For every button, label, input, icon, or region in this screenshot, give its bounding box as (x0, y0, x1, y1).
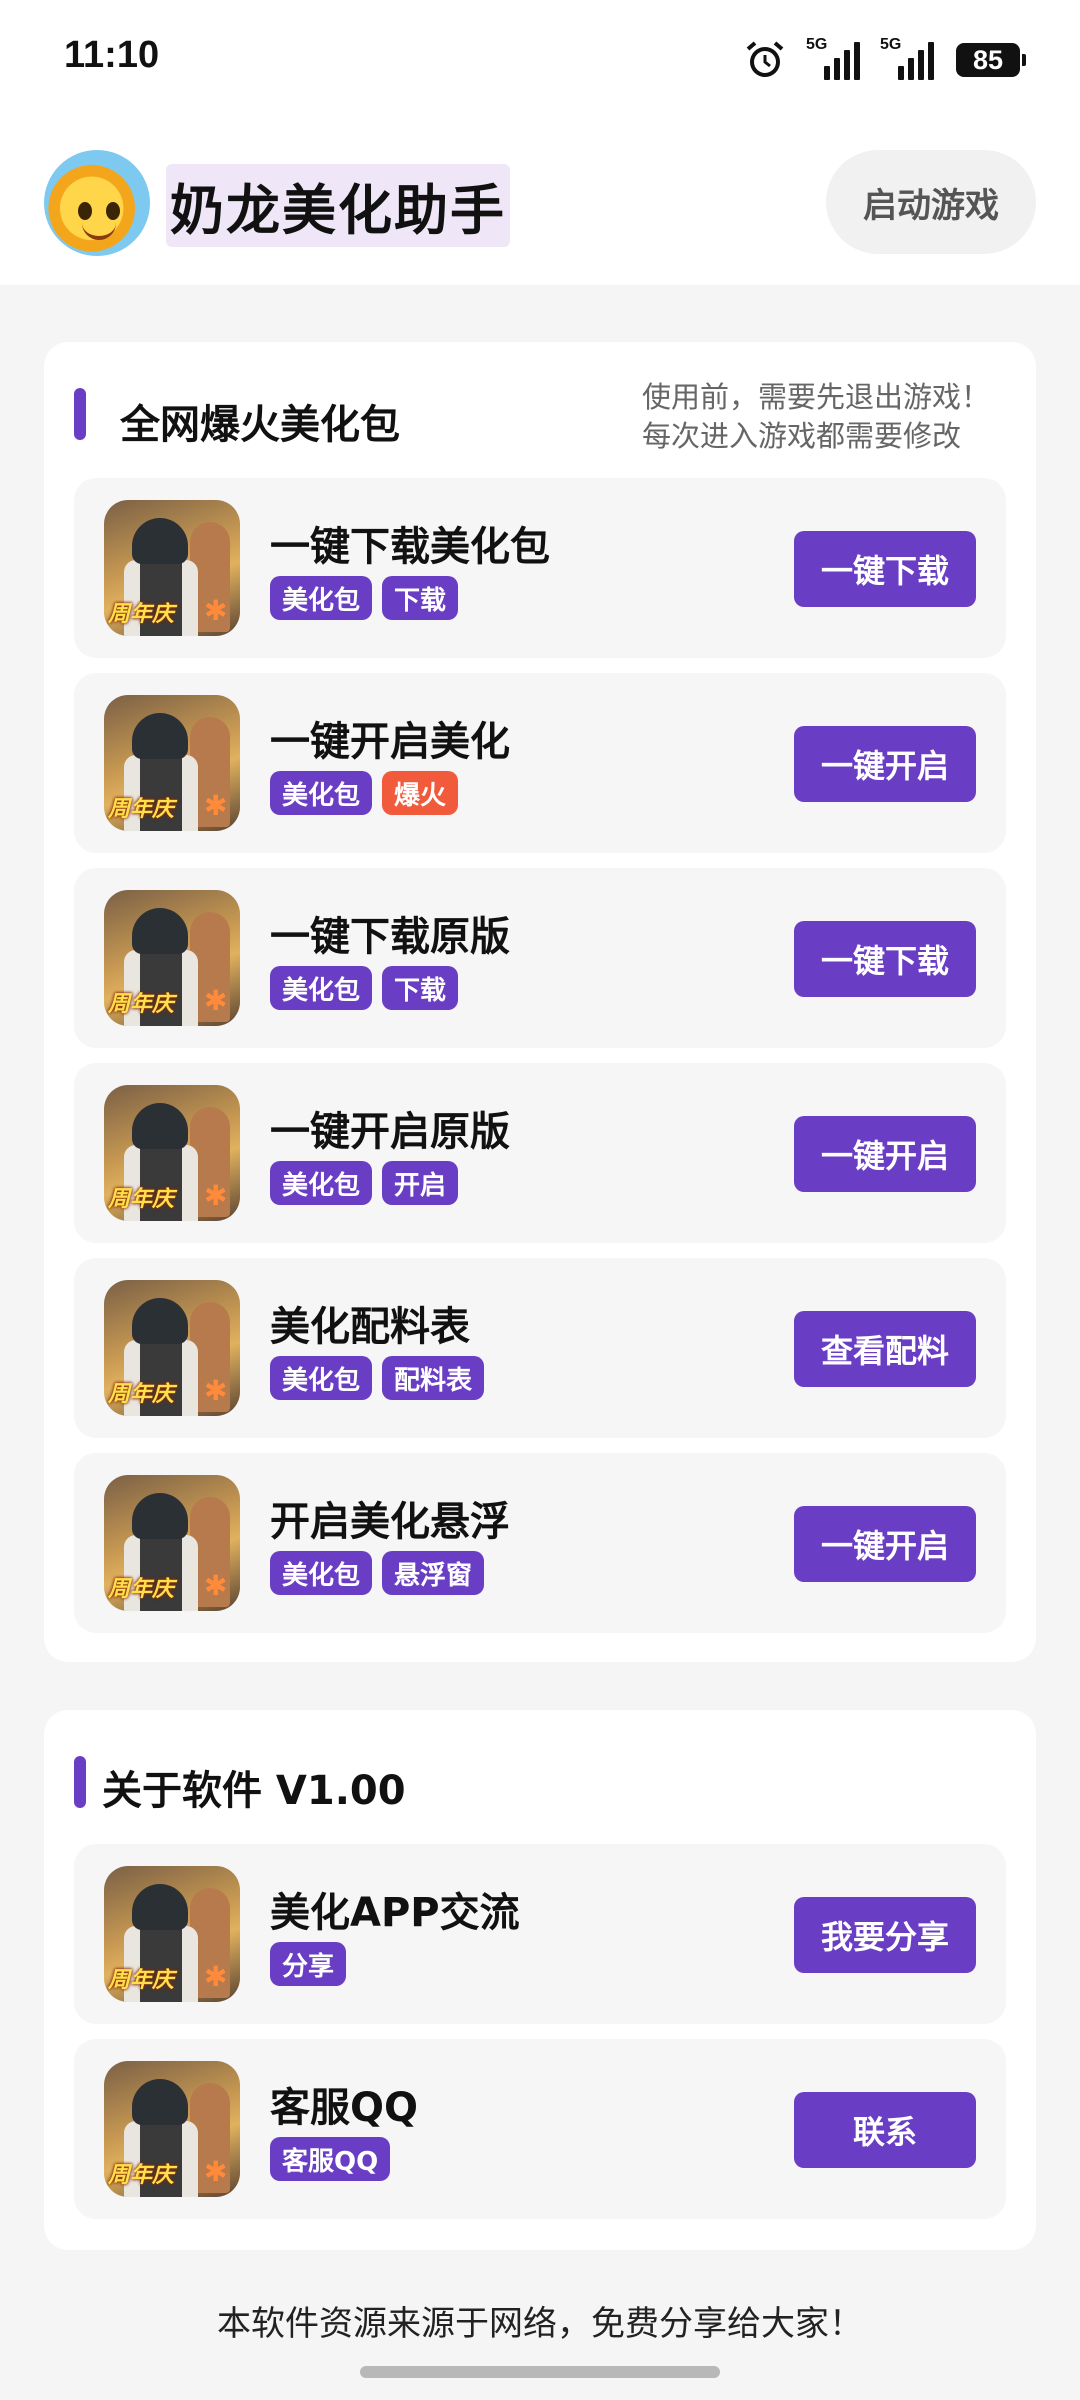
tag: 美化包 (270, 966, 373, 1010)
star-icon: ✱ (204, 984, 228, 1017)
section-accent-bar (74, 1756, 86, 1808)
item-title: 一键下载美化包 (270, 524, 550, 570)
item-title: 一键开启美化 (270, 719, 510, 765)
star-icon: ✱ (204, 594, 228, 627)
section-title: 全网爆火美化包 (120, 402, 400, 448)
item-title: 美化配料表 (270, 1304, 470, 1350)
alarm-icon (746, 41, 784, 77)
item-title: 一键开启原版 (270, 1109, 510, 1155)
tag: 开启 (382, 1161, 459, 1205)
game-thumbnail: 周年庆 ✱ (104, 500, 240, 636)
tag: 美化包 (270, 771, 373, 815)
tag: 悬浮窗 (382, 1551, 485, 1595)
usage-note: 使用前，需要先退出游戏！ 每次进入游戏都需要修改 (642, 378, 990, 456)
beautify-pack-section: 全网爆火美化包 使用前，需要先退出游戏！ 每次进入游戏都需要修改 周年庆 ✱ 一键… (44, 342, 1036, 1662)
home-indicator[interactable] (360, 2366, 720, 2378)
item-title: 客服QQ (270, 2085, 419, 2131)
anniversary-badge: 周年庆 (108, 1187, 175, 1212)
item-title: 开启美化悬浮 (270, 1499, 510, 1545)
enable-float-button[interactable]: 一键开启 (794, 1506, 976, 1582)
app-avatar (44, 150, 150, 256)
star-icon: ✱ (204, 789, 228, 822)
status-bar: 11:10 5G 5G 85 (0, 0, 1080, 120)
anniversary-badge: 周年庆 (108, 1968, 175, 1993)
game-thumbnail: 周年庆 ✱ (104, 1280, 240, 1416)
anniversary-badge: 周年庆 (108, 602, 175, 627)
signal-2-icon: 5G (880, 36, 934, 80)
item-title: 一键下载原版 (270, 914, 510, 960)
enable-beautify-button[interactable]: 一键开启 (794, 726, 976, 802)
status-time: 11:10 (64, 34, 160, 76)
download-pack-button[interactable]: 一键下载 (794, 531, 976, 607)
list-item: 周年庆 ✱ 一键开启美化 美化包 爆火 一键开启 (74, 673, 1006, 853)
game-thumbnail: 周年庆 ✱ (104, 1085, 240, 1221)
usage-note-line1: 使用前，需要先退出游戏！ (641, 380, 990, 414)
signal-1-label: 5G (806, 36, 828, 53)
tag: 客服QQ (270, 2137, 391, 2181)
star-icon: ✱ (204, 1960, 228, 1993)
tag: 下载 (382, 966, 459, 1010)
tag: 分享 (270, 1942, 347, 1986)
signal-2-label: 5G (880, 36, 902, 53)
anniversary-badge: 周年庆 (108, 1577, 175, 1602)
list-item: 周年庆 ✱ 开启美化悬浮 美化包 悬浮窗 一键开启 (74, 1453, 1006, 1633)
status-icons: 5G 5G 85 (744, 36, 1026, 82)
item-title: 美化APP交流 (270, 1890, 520, 1936)
anniversary-badge: 周年庆 (108, 1382, 175, 1407)
hot-tag: 爆火 (382, 771, 459, 815)
anniversary-badge: 周年庆 (108, 797, 175, 822)
app-header: 奶龙美化助手 启动游戏 (0, 120, 1080, 285)
footer-disclaimer: 本软件资源来源于网络，免费分享给大家！ (217, 2304, 863, 2344)
tag: 美化包 (270, 1161, 373, 1205)
game-thumbnail: 周年庆 ✱ (104, 2061, 240, 2197)
anniversary-badge: 周年庆 (108, 992, 175, 1017)
app-title: 奶龙美化助手 (166, 164, 510, 247)
list-item: 周年庆 ✱ 美化配料表 美化包 配料表 查看配料 (74, 1258, 1006, 1438)
section-title: 关于软件 V1.00 (102, 1768, 406, 1814)
game-thumbnail: 周年庆 ✱ (104, 1475, 240, 1611)
game-thumbnail: 周年庆 ✱ (104, 1866, 240, 2002)
star-icon: ✱ (204, 1569, 228, 1602)
tag: 美化包 (270, 576, 373, 620)
download-original-button[interactable]: 一键下载 (794, 921, 976, 997)
view-ingredients-button[interactable]: 查看配料 (794, 1311, 976, 1387)
tag: 美化包 (270, 1356, 373, 1400)
star-icon: ✱ (204, 1179, 228, 1212)
enable-original-button[interactable]: 一键开启 (794, 1116, 976, 1192)
share-button[interactable]: 我要分享 (794, 1897, 976, 1973)
star-icon: ✱ (204, 2155, 228, 2188)
list-item: 周年庆 ✱ 一键下载原版 美化包 下载 一键下载 (74, 868, 1006, 1048)
launch-game-button[interactable]: 启动游戏 (826, 150, 1036, 254)
section-accent-bar (74, 388, 86, 440)
anniversary-badge: 周年庆 (108, 2163, 175, 2188)
list-item: 周年庆 ✱ 美化APP交流 分享 我要分享 (74, 1844, 1006, 2024)
tag: 下载 (382, 576, 459, 620)
battery-icon: 85 (956, 43, 1026, 77)
tag: 配料表 (382, 1356, 485, 1400)
list-item: 周年庆 ✱ 一键下载美化包 美化包 下载 一键下载 (74, 478, 1006, 658)
about-section: 关于软件 V1.00 周年庆 ✱ 美化APP交流 分享 我要分享 周年庆 ✱ 客服Q… (44, 1710, 1036, 2250)
signal-1-icon: 5G (806, 36, 860, 80)
game-thumbnail: 周年庆 ✱ (104, 890, 240, 1026)
list-item: 周年庆 ✱ 客服QQ 客服QQ 联系 (74, 2039, 1006, 2219)
list-item: 周年庆 ✱ 一键开启原版 美化包 开启 一键开启 (74, 1063, 1006, 1243)
contact-button[interactable]: 联系 (794, 2092, 976, 2168)
star-icon: ✱ (204, 1374, 228, 1407)
usage-note-line2: 每次进入游戏都需要修改 (641, 419, 961, 453)
game-thumbnail: 周年庆 ✱ (104, 695, 240, 831)
tag: 美化包 (270, 1551, 373, 1595)
